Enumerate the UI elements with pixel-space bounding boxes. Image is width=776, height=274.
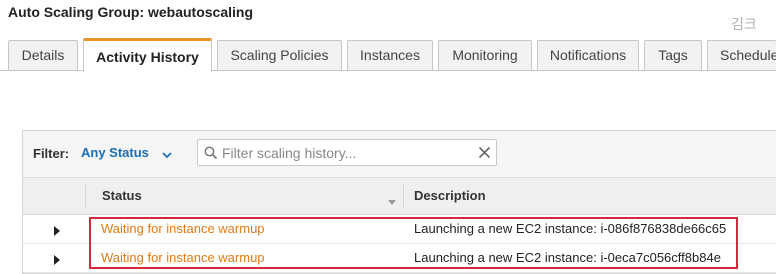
tab-scaling-policies[interactable]: Scaling Policies [217,40,342,70]
filter-bar: Filter: Any Status [23,131,776,178]
column-divider [85,184,86,208]
tab-activity-history[interactable]: Activity History [83,38,212,72]
table-header: Status Description [23,178,776,215]
status-filter-dropdown[interactable]: Any Status [81,145,149,160]
search-icon [204,146,218,165]
row-description: Launching a new EC2 instance: i-0eca7c05… [414,250,721,265]
row-status: Waiting for instance warmup [101,221,265,236]
search-box [197,139,497,166]
watermark-text: 김크 [731,17,757,33]
search-input[interactable] [222,143,462,162]
tab-instances[interactable]: Instances [347,40,433,70]
expand-row-icon[interactable] [53,253,61,268]
column-header-status[interactable]: Status [102,178,142,214]
row-status: Waiting for instance warmup [101,250,265,265]
page-title: Auto Scaling Group: webautoscaling [8,4,254,20]
row-description: Launching a new EC2 instance: i-086f8768… [414,221,727,236]
tab-monitoring[interactable]: Monitoring [438,40,532,70]
table-row[interactable]: Waiting for instance warmup Launching a … [23,215,776,244]
tab-scheduled-actions[interactable]: Scheduled Actions [707,40,776,70]
tab-details[interactable]: Details [8,40,78,70]
close-icon[interactable] [478,146,491,164]
expand-row-icon[interactable] [53,224,61,239]
table-row[interactable]: Waiting for instance warmup Launching a … [23,244,776,273]
tab-tags[interactable]: Tags [644,40,702,70]
sort-desc-icon[interactable] [388,193,396,211]
chevron-down-icon[interactable] [162,146,172,164]
activity-history-panel: Filter: Any Status Status Description Wa… [22,130,776,274]
tab-notifications[interactable]: Notifications [537,40,639,70]
filter-label: Filter: [33,146,70,161]
column-divider [403,184,404,208]
column-header-description[interactable]: Description [414,178,486,214]
